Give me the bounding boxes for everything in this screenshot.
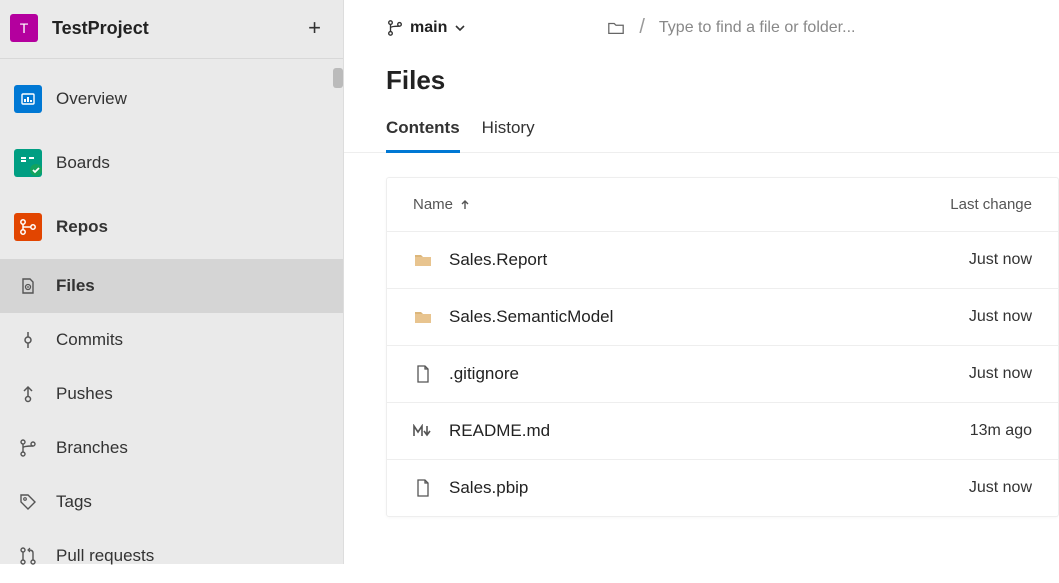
table-row[interactable]: Sales.pbip Just now bbox=[387, 459, 1058, 516]
branch-bar: main / bbox=[344, 0, 1059, 53]
tab-contents[interactable]: Contents bbox=[386, 118, 460, 153]
path-separator: / bbox=[639, 16, 645, 39]
file-icon bbox=[413, 479, 433, 497]
project-name[interactable]: TestProject bbox=[52, 18, 302, 39]
nav-label: Files bbox=[56, 276, 95, 296]
project-header: T TestProject + bbox=[0, 0, 343, 59]
branch-icon bbox=[386, 19, 404, 37]
folder-icon[interactable] bbox=[607, 19, 625, 37]
branch-name: main bbox=[410, 19, 447, 37]
overview-icon bbox=[14, 85, 42, 113]
tags-icon bbox=[14, 492, 42, 512]
file-change: Just now bbox=[912, 308, 1032, 326]
nav-label: Boards bbox=[56, 153, 110, 173]
page-title: Files bbox=[344, 53, 1059, 118]
pull-requests-icon bbox=[14, 546, 42, 566]
file-change: Just now bbox=[912, 251, 1032, 269]
commits-icon bbox=[14, 330, 42, 350]
folder-icon bbox=[413, 309, 433, 325]
sort-asc-icon bbox=[459, 199, 471, 211]
nav-repos[interactable]: Repos bbox=[0, 195, 343, 259]
branch-selector[interactable]: main bbox=[386, 19, 467, 37]
file-table: Name Last change Sales.Report Just now S… bbox=[386, 177, 1059, 517]
col-name-header[interactable]: Name bbox=[413, 196, 912, 213]
chevron-down-icon bbox=[453, 21, 467, 35]
table-header: Name Last change bbox=[387, 178, 1058, 231]
file-name: Sales.pbip bbox=[449, 478, 912, 498]
nav-pull-requests[interactable]: Pull requests bbox=[0, 529, 343, 583]
nav-label: Repos bbox=[56, 217, 108, 237]
nav-label: Pushes bbox=[56, 384, 113, 404]
table-row[interactable]: Sales.SemanticModel Just now bbox=[387, 288, 1058, 345]
pushes-icon bbox=[14, 384, 42, 404]
file-name: README.md bbox=[449, 421, 912, 441]
path-search-input[interactable] bbox=[659, 19, 939, 37]
file-name: Sales.Report bbox=[449, 250, 912, 270]
tabs: Contents History bbox=[344, 118, 1059, 153]
file-change: 13m ago bbox=[912, 422, 1032, 440]
sidebar: T TestProject + Overview Boards Repos bbox=[0, 0, 344, 564]
branches-icon bbox=[14, 438, 42, 458]
markdown-icon bbox=[413, 424, 433, 438]
table-row[interactable]: README.md 13m ago bbox=[387, 402, 1058, 459]
col-name-label: Name bbox=[413, 196, 453, 213]
tab-history[interactable]: History bbox=[482, 118, 535, 152]
nav-branches[interactable]: Branches bbox=[0, 421, 343, 475]
nav-label: Overview bbox=[56, 89, 127, 109]
repos-icon bbox=[14, 213, 42, 241]
project-avatar[interactable]: T bbox=[10, 14, 38, 42]
boards-icon bbox=[14, 149, 42, 177]
file-name: .gitignore bbox=[449, 364, 912, 384]
nav-pushes[interactable]: Pushes bbox=[0, 367, 343, 421]
add-button[interactable]: + bbox=[302, 15, 327, 41]
nav-overview[interactable]: Overview bbox=[0, 67, 343, 131]
nav-boards[interactable]: Boards bbox=[0, 131, 343, 195]
nav-label: Tags bbox=[56, 492, 92, 512]
nav-label: Pull requests bbox=[56, 546, 154, 566]
nav-files[interactable]: Files bbox=[0, 259, 343, 313]
file-name: Sales.SemanticModel bbox=[449, 307, 912, 327]
nav-label: Branches bbox=[56, 438, 128, 458]
table-row[interactable]: Sales.Report Just now bbox=[387, 231, 1058, 288]
nav-list: Overview Boards Repos Files Commits bbox=[0, 59, 343, 583]
nav-tags[interactable]: Tags bbox=[0, 475, 343, 529]
file-change: Just now bbox=[912, 365, 1032, 383]
folder-icon bbox=[413, 252, 433, 268]
file-icon bbox=[413, 365, 433, 383]
table-row[interactable]: .gitignore Just now bbox=[387, 345, 1058, 402]
col-change-header[interactable]: Last change bbox=[912, 196, 1032, 213]
nav-commits[interactable]: Commits bbox=[0, 313, 343, 367]
main-content: main / Files Contents History Name Last … bbox=[344, 0, 1059, 564]
files-icon bbox=[14, 276, 42, 296]
nav-label: Commits bbox=[56, 330, 123, 350]
file-change: Just now bbox=[912, 479, 1032, 497]
scrollbar[interactable] bbox=[333, 68, 343, 88]
